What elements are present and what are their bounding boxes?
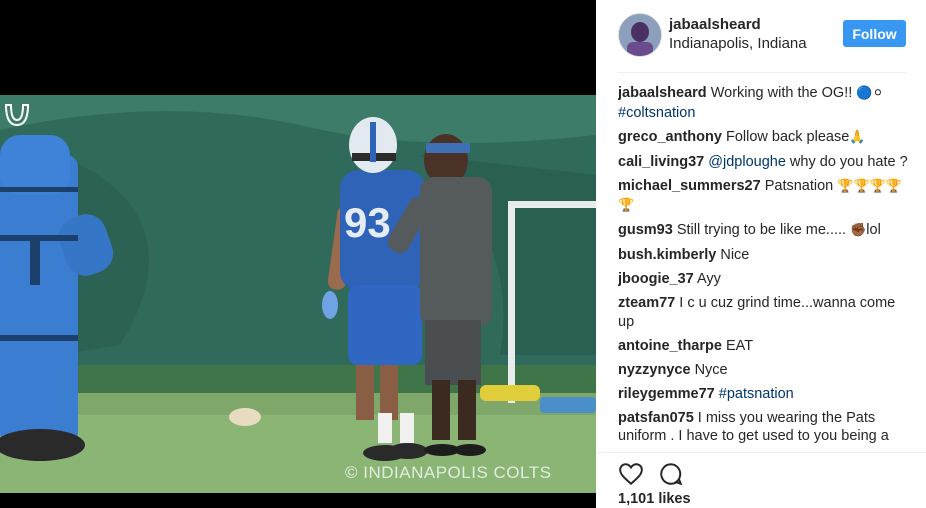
- jersey-number: 93: [344, 199, 391, 246]
- post-photo[interactable]: 93: [0, 95, 596, 493]
- comment-username[interactable]: rileygemme77: [618, 386, 715, 402]
- comments-list[interactable]: jabaalsheard Working with the OG!! 🔵⚪ #c…: [618, 84, 912, 451]
- avatar[interactable]: [618, 13, 662, 57]
- comment-username[interactable]: nyzzynyce: [618, 362, 691, 378]
- comment-item: zteam77 I c u cuz grind time...wanna com…: [618, 294, 912, 331]
- comment-item: gusm93 Still trying to be like me..... ✊…: [618, 221, 912, 241]
- comment-item: patsfan075 I miss you wearing the Pats u…: [618, 409, 912, 446]
- post-location[interactable]: Indianapolis, Indiana: [669, 35, 807, 52]
- likes-count[interactable]: 1,101 likes: [618, 491, 691, 507]
- comment-item: greco_anthony Follow back please🙏: [618, 128, 912, 148]
- comment-username[interactable]: jboogie_37: [618, 271, 694, 287]
- comment-item: nyzzynyce Nyce: [618, 361, 912, 380]
- comment-hashtag[interactable]: #patsnation: [719, 386, 794, 402]
- header-divider: [618, 72, 906, 73]
- comment-text: Nyce: [694, 361, 728, 378]
- comment-hashtag[interactable]: #coltsnation: [618, 105, 695, 121]
- photo-watermark: © INDIANAPOLIS COLTS: [345, 463, 552, 482]
- post-username[interactable]: jabaalsheard: [669, 16, 761, 33]
- comment-text: Working with the OG!!: [710, 85, 857, 101]
- comment-username[interactable]: antoine_tharpe: [618, 338, 722, 354]
- comment-username[interactable]: jabaalsheard: [618, 85, 707, 101]
- comment-username[interactable]: patsfan075: [618, 410, 694, 426]
- comment-item: antoine_tharpe EAT: [618, 337, 912, 356]
- comment-username[interactable]: greco_anthony: [618, 129, 722, 145]
- comment-mention[interactable]: @jdploughe: [708, 154, 786, 170]
- comment-item: cali_living37 @jdploughe why do you hate…: [618, 153, 912, 172]
- follow-button[interactable]: Follow: [843, 20, 906, 47]
- comment-item: bush.kimberly Nice: [618, 246, 912, 265]
- comment-item: rileygemme77 #patsnation: [618, 385, 912, 404]
- comment-text-suffix: lol: [866, 222, 881, 238]
- comment-text: Ayy: [696, 271, 721, 287]
- comment-emoji: 🔵⚪: [856, 86, 884, 101]
- comment-text: Patsnation: [764, 177, 838, 194]
- comment-item: jabaalsheard Working with the OG!! 🔵⚪ #c…: [618, 84, 912, 122]
- comment-item: michael_summers27 Patsnation 🏆🏆🏆🏆🏆: [618, 177, 912, 216]
- comment-text: Nice: [720, 247, 750, 263]
- post-header: jabaalsheard Indianapolis, Indiana Follo…: [596, 0, 926, 72]
- comment-username[interactable]: bush.kimberly: [618, 247, 716, 263]
- photo-pane: 93 © INDIANAPOLIS COLTS: [0, 0, 596, 507]
- comment-item: jboogie_37 Ayy: [618, 270, 912, 289]
- comment-text: EAT: [725, 337, 754, 354]
- comment-username[interactable]: michael_summers27: [618, 178, 761, 194]
- comment-text: Still trying to be like me.....: [676, 222, 851, 238]
- comment-emoji: ✊🏾: [850, 223, 867, 238]
- comment-username[interactable]: zteam77: [618, 295, 675, 311]
- post-sidebar: jabaalsheard Indianapolis, Indiana Follo…: [596, 0, 926, 508]
- comment-username[interactable]: cali_living37: [618, 154, 704, 170]
- comment-text: why do you hate ?: [785, 153, 908, 170]
- comment-icon[interactable]: [658, 461, 684, 487]
- comment-emoji: 🙏: [849, 129, 866, 145]
- comment-username[interactable]: gusm93: [618, 222, 673, 238]
- heart-icon[interactable]: [618, 461, 644, 487]
- comment-text: Follow back please: [725, 128, 850, 145]
